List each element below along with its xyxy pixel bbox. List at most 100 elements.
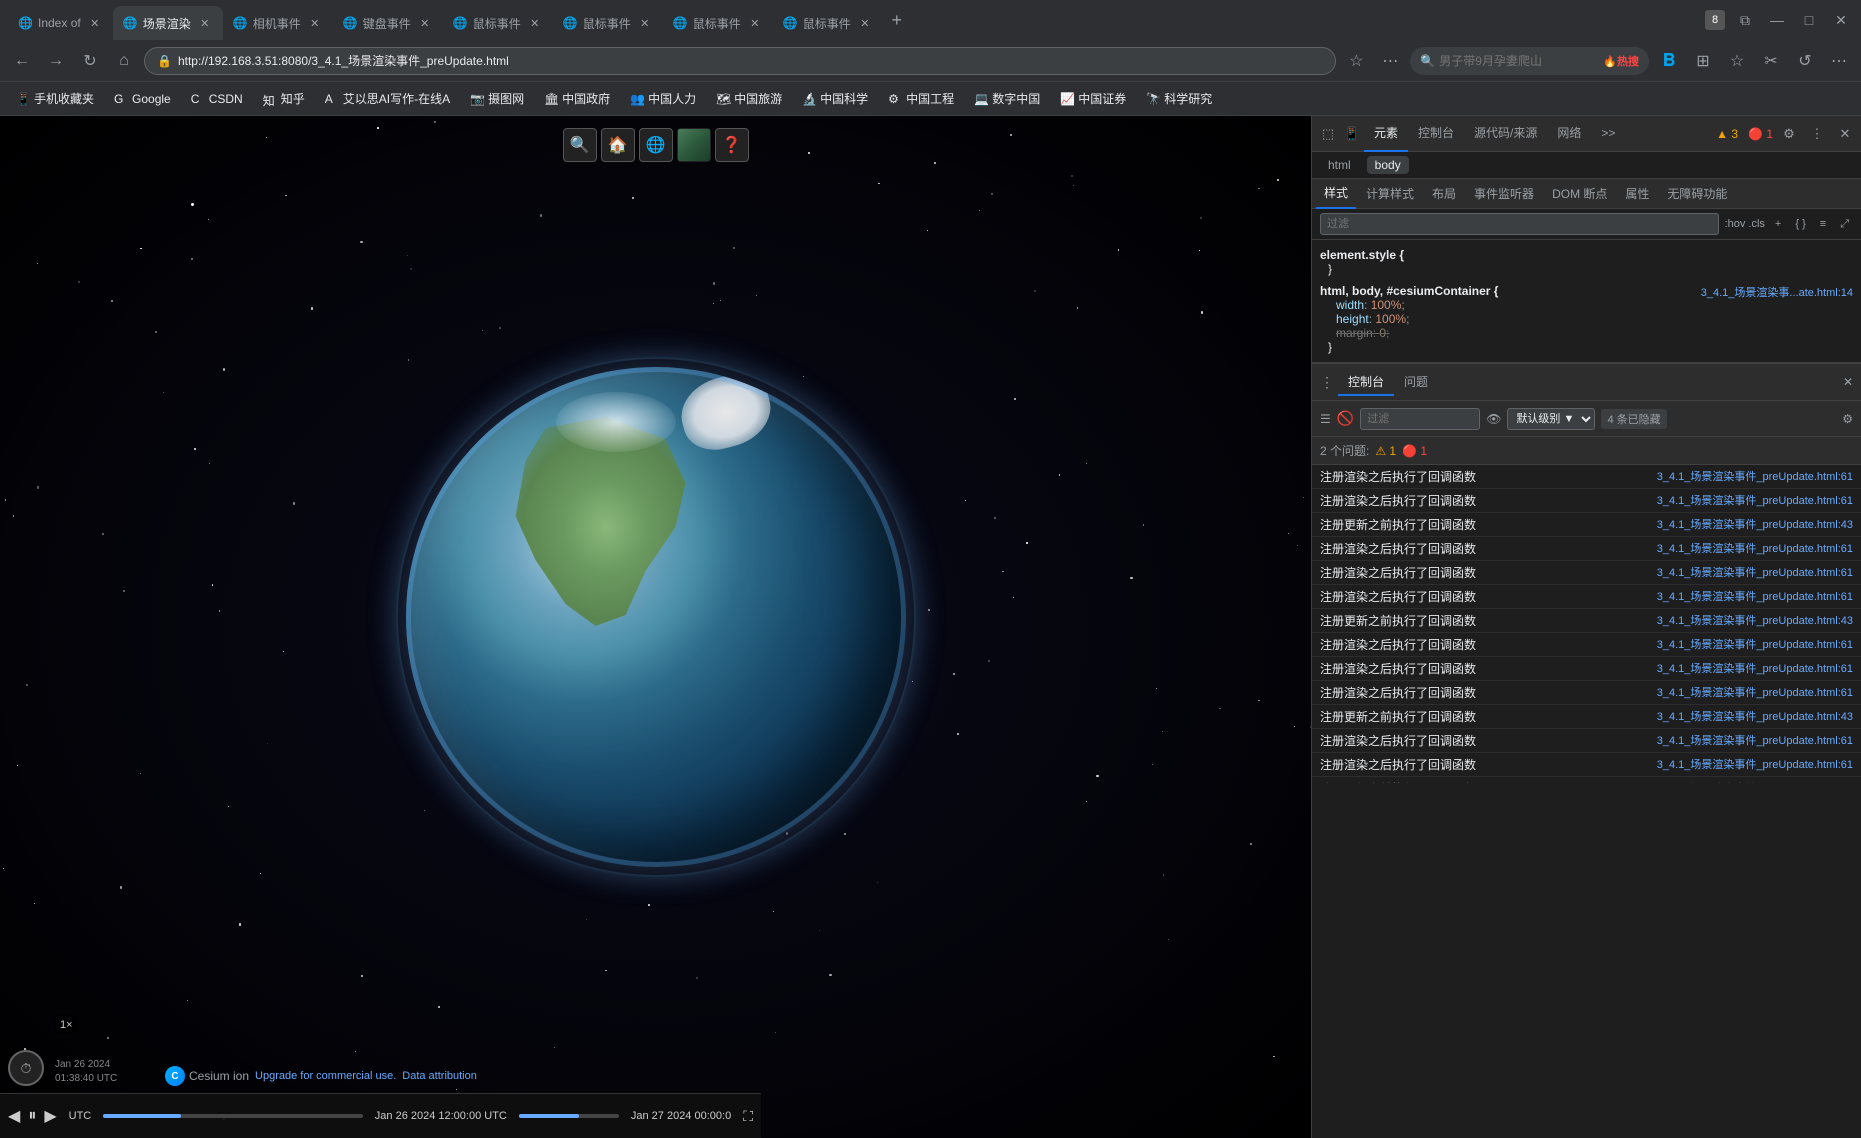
tab-close-button[interactable]: ✕ xyxy=(637,15,653,31)
browser-tab-tab-mouse2[interactable]: 🌐 鼠标事件 ✕ xyxy=(553,6,663,40)
bookmark-item[interactable]: 知 知乎 xyxy=(255,88,313,109)
log-source-link[interactable]: 3_4.1_场景渲染事件_preUpdate.html:61 xyxy=(1657,468,1853,484)
console-drag-handle[interactable]: ⋮ xyxy=(1320,374,1334,391)
log-source-link[interactable]: 3_4.1_场景渲染事件_preUpdate.html:61 xyxy=(1657,540,1853,556)
format-button[interactable]: { } xyxy=(1791,216,1809,232)
new-tab-button[interactable]: + xyxy=(883,6,911,34)
bookmark-item[interactable]: 👥 中国人力 xyxy=(622,88,704,109)
forward-button[interactable]: → xyxy=(42,47,70,75)
browser-tab-tab-mouse3[interactable]: 🌐 鼠标事件 ✕ xyxy=(663,6,773,40)
accessibility-tab[interactable]: 无障碍功能 xyxy=(1659,179,1735,209)
bookmark-item[interactable]: 🏛 中国政府 xyxy=(536,88,618,109)
bookmark-item[interactable]: 🔬 中国科学 xyxy=(794,88,876,109)
globe[interactable] xyxy=(406,367,906,867)
log-source-link[interactable]: 3_4.1_场景渲染事件_preUpdate.html:61 xyxy=(1657,492,1853,508)
browser-tab-tab-camera[interactable]: 🌐 相机事件 ✕ xyxy=(223,6,333,40)
minimize-button[interactable]: — xyxy=(1765,8,1789,32)
attribution-text[interactable]: Data attribution xyxy=(402,1070,477,1082)
address-input[interactable]: 🔒 http://192.168.3.51:8080/3_4.1_场景渲染事件_… xyxy=(144,47,1336,75)
bookmark-item[interactable]: 🗺 中国旅游 xyxy=(708,88,790,109)
log-source-link[interactable]: 3_4.1_场景渲染事件_preUpdate.html:43 xyxy=(1657,516,1853,532)
browser-tab-tab-scene[interactable]: 🌐 场景渲染 ✕ xyxy=(113,6,223,40)
log-source-link[interactable]: 3_4.1_场景渲染事件_preUpdate.html:43 xyxy=(1657,708,1853,724)
grid-icon[interactable]: ⊞ xyxy=(1689,47,1717,75)
close-window-button[interactable]: ✕ xyxy=(1829,8,1853,32)
console-sidebar-toggle[interactable]: ☰ xyxy=(1320,412,1331,426)
cesium-search-button[interactable]: 🔍 xyxy=(563,128,597,162)
browser-menu-button[interactable]: ⋯ xyxy=(1825,47,1853,75)
maximize-button[interactable]: □ xyxy=(1797,8,1821,32)
event-listeners-tab[interactable]: 事件监听器 xyxy=(1466,179,1542,209)
layout-tab[interactable]: 布局 xyxy=(1424,179,1464,209)
inspect-element-button[interactable]: ⬚ xyxy=(1316,122,1340,146)
properties-tab[interactable]: 属性 xyxy=(1617,179,1657,209)
styles-filter-input[interactable] xyxy=(1320,213,1719,235)
fullscreen-button[interactable]: ⛶ xyxy=(739,1108,757,1125)
tab-close-button[interactable]: ✕ xyxy=(857,15,873,31)
device-toolbar-button[interactable]: 📱 xyxy=(1340,122,1364,146)
bookmark-item[interactable]: 📈 中国证券 xyxy=(1052,88,1134,109)
more-button[interactable]: ⋯ xyxy=(1376,47,1404,75)
devtools-settings-button[interactable]: ⚙ xyxy=(1777,122,1801,146)
toggle-sidebar-button[interactable]: ≡ xyxy=(1816,216,1830,232)
expand-button[interactable]: ⤢ xyxy=(1836,216,1853,233)
cesium-home-button[interactable]: 🏠 xyxy=(601,128,635,162)
hov-cls-buttons[interactable]: :hov .cls xyxy=(1725,218,1765,230)
time-prev-button[interactable]: ◀ xyxy=(4,1106,24,1126)
tab-close-button[interactable]: ✕ xyxy=(417,15,433,31)
computed-tab[interactable]: 计算样式 xyxy=(1358,179,1422,209)
tab-close-button[interactable]: ✕ xyxy=(87,15,103,31)
console-issues-tab[interactable]: 问题 xyxy=(1394,368,1438,396)
home-button[interactable]: ⌂ xyxy=(110,47,138,75)
html-tab[interactable]: html xyxy=(1320,156,1359,174)
log-source-link[interactable]: 3_4.1_场景渲染事件_preUpdate.html:61 xyxy=(1657,684,1853,700)
browser-tab-tab-keyboard[interactable]: 🌐 键盘事件 ✕ xyxy=(333,6,443,40)
log-source-link[interactable]: 3_4.1_场景渲染事件_preUpdate.html:43 xyxy=(1657,780,1853,783)
log-source-link[interactable]: 3_4.1_场景渲染事件_preUpdate.html:61 xyxy=(1657,564,1853,580)
dom-breakpoints-tab[interactable]: DOM 断点 xyxy=(1544,179,1615,209)
search-input[interactable] xyxy=(1439,54,1599,68)
browser-tab-tab-mouse1[interactable]: 🌐 鼠标事件 ✕ xyxy=(443,6,553,40)
log-source-link[interactable]: 3_4.1_场景渲染事件_preUpdate.html:61 xyxy=(1657,732,1853,748)
bookmark-item[interactable]: A 艾以思AI写作-在线A xyxy=(317,88,458,109)
css-source-link[interactable]: 3_4.1_场景渲染事...ate.html:14 xyxy=(1701,284,1853,300)
console-tab-label[interactable]: 控制台 xyxy=(1338,368,1394,396)
add-style-rule-button[interactable]: + xyxy=(1771,216,1785,232)
tab-elements[interactable]: 元素 xyxy=(1364,116,1408,152)
tab-sources[interactable]: 源代码/来源 xyxy=(1464,116,1547,152)
upgrade-link[interactable]: Upgrade for commercial use. xyxy=(255,1070,396,1082)
log-source-link[interactable]: 3_4.1_场景渲染事件_preUpdate.html:61 xyxy=(1657,660,1853,676)
tab-close-button[interactable]: ✕ xyxy=(527,15,543,31)
bookmark-button[interactable]: ☆ xyxy=(1342,47,1370,75)
screenshot-button[interactable]: ✂ xyxy=(1757,47,1785,75)
log-source-link[interactable]: 3_4.1_场景渲染事件_preUpdate.html:61 xyxy=(1657,756,1853,772)
time-pause-button[interactable]: ⏸ xyxy=(24,1107,40,1125)
log-level-select[interactable]: 默认级别 ▼ xyxy=(1507,408,1595,430)
tab-network[interactable]: 网络 xyxy=(1547,116,1591,152)
browser-tab-tab-mouse4[interactable]: 🌐 鼠标事件 ✕ xyxy=(773,6,883,40)
time-progress-bar-2[interactable] xyxy=(519,1114,619,1118)
log-source-link[interactable]: 3_4.1_场景渲染事件_preUpdate.html:61 xyxy=(1657,588,1853,604)
history-button[interactable]: ↺ xyxy=(1791,47,1819,75)
time-progress-bar[interactable] xyxy=(103,1114,363,1118)
styles-tab[interactable]: 样式 xyxy=(1316,179,1356,209)
console-eye-button[interactable]: 👁 xyxy=(1486,412,1501,426)
bookmark-item[interactable]: 📷 摄图网 xyxy=(462,88,532,109)
console-settings-button[interactable]: ⚙ xyxy=(1842,412,1853,426)
reload-button[interactable]: ↻ xyxy=(76,47,104,75)
bookmark-item[interactable]: ⚙ 中国工程 xyxy=(880,88,962,109)
console-close-button[interactable]: ✕ xyxy=(1843,375,1853,389)
devtools-more-button[interactable]: ⋮ xyxy=(1805,122,1829,146)
tab-close-button[interactable]: ✕ xyxy=(747,15,763,31)
bookmark-item[interactable]: 📱 手机收藏夹 xyxy=(8,88,102,109)
devtools-close-button[interactable]: ✕ xyxy=(1833,122,1857,146)
bookmark-item[interactable]: 💻 数字中国 xyxy=(966,88,1048,109)
time-next-button[interactable]: ▶ xyxy=(40,1106,60,1126)
favorites-button[interactable]: ☆ xyxy=(1723,47,1751,75)
tab-console[interactable]: 控制台 xyxy=(1408,116,1464,152)
bookmark-item[interactable]: 🔭 科学研究 xyxy=(1138,88,1220,109)
console-log-area[interactable]: 注册渲染之后执行了回调函数 3_4.1_场景渲染事件_preUpdate.htm… xyxy=(1312,465,1861,783)
log-source-link[interactable]: 3_4.1_场景渲染事件_preUpdate.html:61 xyxy=(1657,636,1853,652)
browser-tab-tab-index[interactable]: 🌐 Index of ✕ xyxy=(8,6,113,40)
tab-close-button[interactable]: ✕ xyxy=(307,15,323,31)
